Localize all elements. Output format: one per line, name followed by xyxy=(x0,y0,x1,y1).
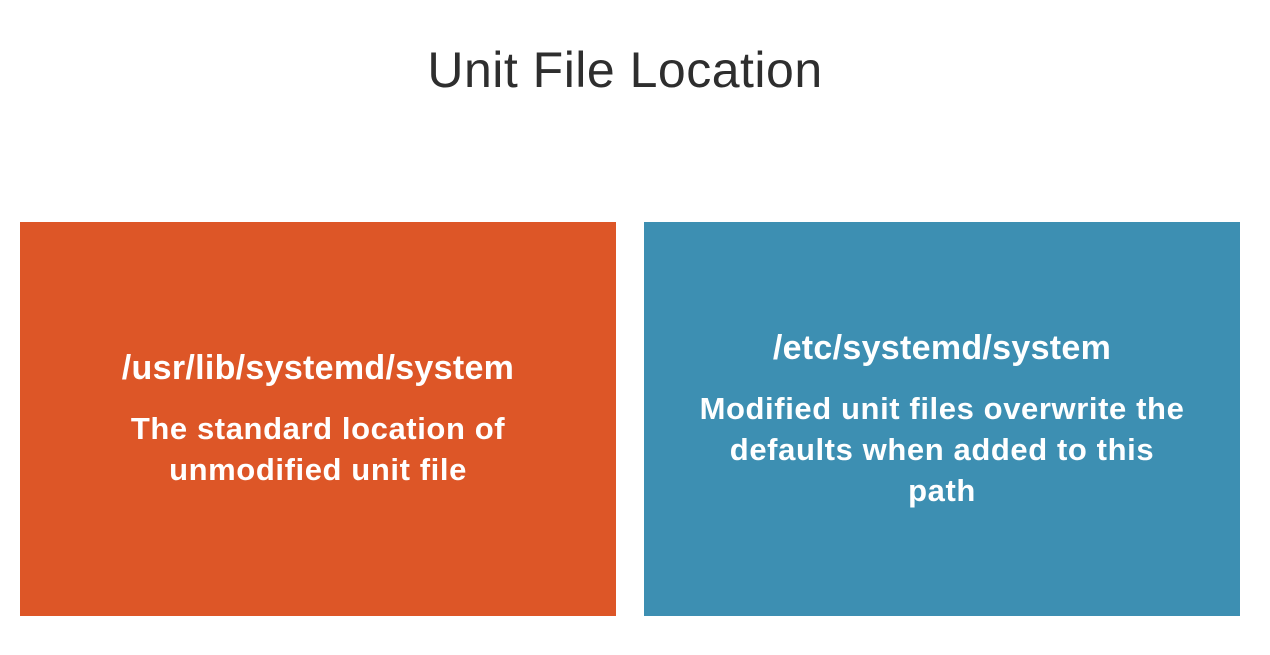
default-location-panel: /usr/lib/systemd/system The standard loc… xyxy=(20,222,616,616)
override-location-path: /etc/systemd/system xyxy=(772,328,1112,367)
default-location-description: The standard location of unmodified unit… xyxy=(130,411,506,487)
override-location-panel: /etc/systemd/system Modified unit files … xyxy=(644,222,1240,616)
default-location-path: /usr/lib/systemd/system xyxy=(121,349,515,387)
slide-title: Unit File Location xyxy=(427,42,823,98)
override-location-description: Modified unit files overwrite the defaul… xyxy=(699,390,1185,508)
